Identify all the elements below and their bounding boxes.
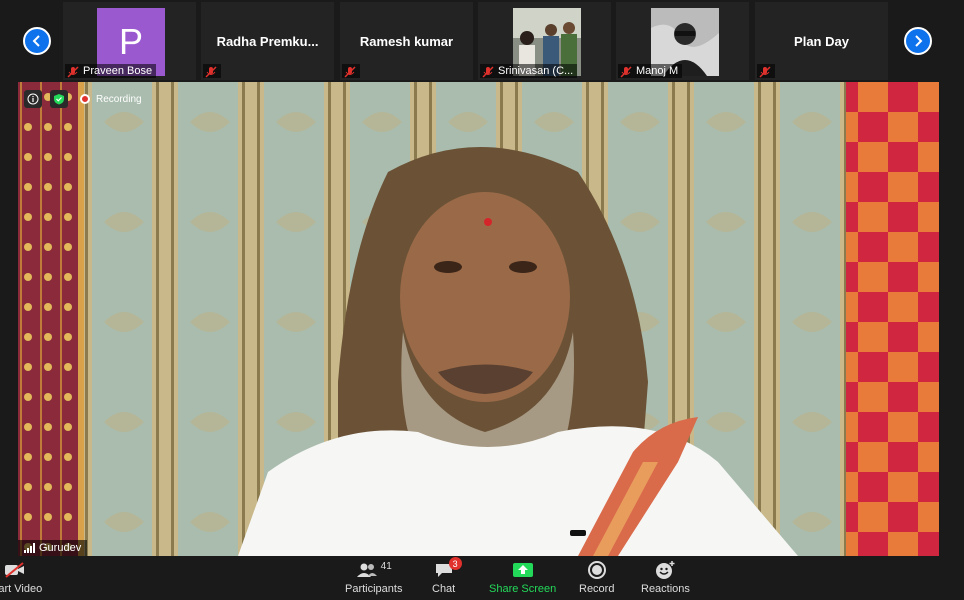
record-button[interactable]: Record	[579, 560, 614, 595]
participants-label: Participants	[345, 583, 403, 595]
chat-badge: 3	[448, 557, 462, 570]
participant-tile[interactable]: Srinivasan (C...	[478, 2, 611, 80]
shield-icon	[54, 94, 64, 105]
video-off-icon	[4, 560, 26, 580]
participant-name: Ramesh kumar	[359, 34, 454, 49]
start-video-button[interactable]: Start Video	[0, 560, 42, 595]
participants-count: 41	[380, 560, 392, 572]
participant-strip: P Praveen Bose Radha Premku... Ramesh ku…	[0, 0, 964, 82]
participant-footer: Srinivasan (C...	[480, 64, 578, 78]
muted-mic-icon	[620, 65, 632, 78]
participant-tile[interactable]: Ramesh kumar	[340, 2, 473, 80]
recording-indicator[interactable]: Recording	[80, 94, 142, 105]
muted-mic-icon	[205, 65, 217, 78]
participant-tile[interactable]: P Praveen Bose	[63, 2, 196, 80]
speaker-name-label: Gurudev	[18, 540, 88, 556]
muted-mic-icon	[482, 65, 494, 78]
participant-name: Radha Premku...	[216, 34, 319, 49]
speaker-video-frame	[18, 82, 939, 556]
reactions-button[interactable]: Reactions	[641, 560, 690, 595]
meeting-toolbar: Start Video 41 Participants 3 Chat Share…	[0, 556, 964, 600]
record-label: Record	[579, 583, 615, 595]
recording-label: Recording	[96, 93, 142, 105]
start-video-label: Start Video	[0, 583, 43, 595]
chat-label: Chat	[432, 583, 456, 595]
participant-footer	[757, 64, 775, 78]
active-speaker-video: Recording Gurudev	[18, 82, 939, 556]
next-page-button[interactable]	[904, 27, 932, 55]
muted-mic-icon	[759, 65, 771, 78]
participant-tile[interactable]: Plan Day	[755, 2, 888, 80]
participant-footer	[203, 64, 221, 78]
reactions-label: Reactions	[641, 583, 690, 595]
prev-page-button[interactable]	[23, 27, 51, 55]
participants-icon-group: 41	[356, 560, 392, 580]
participant-name: Srinivasan (C...	[498, 65, 574, 77]
recording-icon	[80, 94, 90, 104]
participants-icon	[356, 563, 377, 577]
participant-name: Plan Day	[794, 34, 849, 49]
speaker-name: Gurudev	[39, 542, 82, 554]
meeting-info-bar: Recording	[24, 90, 142, 108]
participant-footer	[342, 64, 360, 78]
chat-button[interactable]: 3 Chat	[432, 557, 462, 595]
share-screen-button[interactable]: Share Screen	[489, 560, 556, 595]
security-button[interactable]	[50, 90, 68, 108]
participants-button[interactable]: 41 Participants	[345, 560, 403, 596]
reactions-icon	[654, 560, 676, 580]
chat-icon-group: 3	[434, 557, 462, 580]
record-icon	[587, 560, 607, 580]
muted-mic-icon	[67, 65, 79, 78]
participant-name: Manoj M	[636, 65, 679, 77]
participant-footer: Manoj M	[618, 64, 683, 78]
share-screen-label: Share Screen	[489, 583, 557, 595]
chevron-right-icon	[915, 35, 923, 47]
share-screen-icon	[512, 560, 534, 580]
participant-name: Praveen Bose	[83, 65, 153, 77]
info-icon	[27, 93, 39, 105]
signal-bars-icon	[24, 543, 35, 553]
participant-footer: Praveen Bose	[65, 64, 157, 78]
participant-tile[interactable]: Manoj M	[616, 2, 749, 80]
muted-mic-icon	[344, 65, 356, 78]
meeting-info-button[interactable]	[24, 90, 42, 108]
chevron-left-icon	[32, 35, 40, 47]
participant-tile[interactable]: Radha Premku...	[201, 2, 334, 80]
